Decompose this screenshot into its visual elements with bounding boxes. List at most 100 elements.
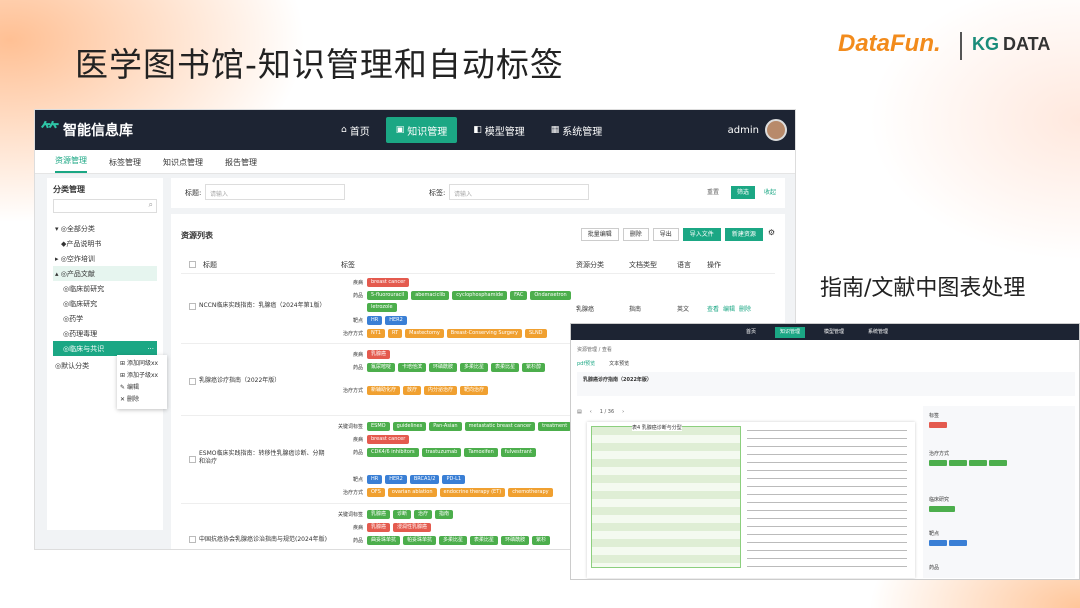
title-filter-input[interactable]: 请输入 xyxy=(205,184,345,200)
tag-chip[interactable]: 新辅助化疗 xyxy=(367,386,401,395)
tag-chip[interactable]: CDK4/6 inhibitors xyxy=(367,448,419,457)
tag-chip[interactable]: 浸润性乳腺癌 xyxy=(393,523,432,532)
tag-chip[interactable]: guidelines xyxy=(392,422,427,431)
tag-chip[interactable]: 卡培他滨 xyxy=(398,363,427,372)
tag-chip[interactable]: Breast-Conserving Surgery xyxy=(446,329,522,338)
tag-chip[interactable]: 乳腺癌 xyxy=(367,523,391,532)
tag-chip[interactable]: 表柔比星 xyxy=(491,363,520,372)
nav-knowledge[interactable]: ▣ 知识管理 xyxy=(385,117,458,143)
tree-item-training[interactable]: ▸ ◎ 空炸培训 xyxy=(53,251,157,266)
import-file-button[interactable]: 导入文件 xyxy=(682,228,721,241)
tag-chip[interactable]: 曲妥珠单抗 xyxy=(367,536,401,545)
tag-chip[interactable]: ovarian ablation xyxy=(387,488,437,497)
tree-item-clinical[interactable]: ◎ 临床研究 xyxy=(53,296,157,311)
tag-chip[interactable]: Mastectomy xyxy=(405,329,444,338)
tab-knowledge-points[interactable]: 知识点管理 xyxy=(163,157,203,173)
tag-chip[interactable]: HER2 xyxy=(385,316,407,325)
tag-chip[interactable]: breast cancer xyxy=(367,435,410,444)
tag-chip[interactable]: letrozole xyxy=(367,303,397,312)
tree-item-toxicology[interactable]: ◎ 药理毒理 xyxy=(53,326,157,341)
tab-pdf-preview[interactable]: pdf预览 xyxy=(577,360,595,367)
tag-chip[interactable]: trastuzumab xyxy=(421,448,462,457)
tag-chip[interactable]: breast cancer xyxy=(367,278,410,287)
tab-text-preview[interactable]: 文本预览 xyxy=(609,360,629,367)
tag-chip[interactable]: Pan-Asian xyxy=(429,422,462,431)
tag-chip[interactable] xyxy=(929,506,955,512)
row-checkbox[interactable] xyxy=(189,456,196,463)
user-menu[interactable]: admin xyxy=(728,119,787,141)
tree-item-all[interactable]: ▾ ◎ 全部分类 xyxy=(53,221,157,236)
row-checkbox[interactable] xyxy=(189,378,196,385)
tag-chip[interactable]: endocrine therapy (ET) xyxy=(439,488,506,497)
tag-chip[interactable]: 乳腺癌 xyxy=(367,510,391,519)
tag-chip[interactable]: 指南 xyxy=(435,510,454,519)
tag-chip[interactable]: treatment xyxy=(538,422,572,431)
tag-chip[interactable]: ESMO xyxy=(367,422,390,431)
tag-chip[interactable] xyxy=(989,460,1007,466)
viewer-nav-knowledge[interactable]: 知识管理 xyxy=(775,326,806,338)
tree-item-literature[interactable]: ▴ ◎ 产品文献 xyxy=(53,266,157,281)
prev-page-icon[interactable]: ‹ xyxy=(590,409,592,415)
nav-home[interactable]: ⌂ 首页 xyxy=(331,117,380,143)
tree-item-preclinical[interactable]: ◎ 临床前研究 xyxy=(53,281,157,296)
export-button[interactable]: 导出 xyxy=(652,228,679,241)
tag-chip[interactable]: Ondansetron xyxy=(530,291,571,300)
viewer-nav-home[interactable]: 首页 xyxy=(741,327,761,338)
edit-link[interactable]: 编辑 xyxy=(723,306,735,313)
tag-chip[interactable] xyxy=(929,540,947,546)
tab-reports[interactable]: 报告管理 xyxy=(225,157,257,173)
tag-chip[interactable]: OFS xyxy=(367,488,385,497)
tag-chip[interactable]: PD-L1 xyxy=(442,475,466,484)
tag-chip[interactable]: 治疗 xyxy=(414,510,433,519)
tag-chip[interactable]: 表柔比星 xyxy=(470,536,499,545)
tag-chip[interactable]: RT xyxy=(387,329,403,338)
highlighted-table[interactable]: 表4 乳腺癌诊断与分型 xyxy=(591,424,741,568)
menu-add-child[interactable]: ⊞ 添加子级xx xyxy=(120,370,164,382)
tag-chip[interactable]: abemaciclib xyxy=(411,291,450,300)
delete-button[interactable]: 删除 xyxy=(622,228,649,241)
new-resource-button[interactable]: 新建资源 xyxy=(724,228,763,241)
row-checkbox[interactable] xyxy=(189,303,196,310)
more-icon[interactable]: ··· xyxy=(147,345,154,353)
tag-chip[interactable]: FAC xyxy=(510,291,528,300)
tag-chip[interactable]: Tamoxifen xyxy=(464,448,498,457)
select-all-checkbox[interactable] xyxy=(189,261,196,268)
tag-chip[interactable]: HER2 xyxy=(385,475,407,484)
menu-edit[interactable]: ✎ 编辑 xyxy=(120,382,164,394)
tag-chip[interactable]: SLND xyxy=(524,329,547,338)
tag-chip[interactable]: 靶向治疗 xyxy=(460,386,489,395)
tag-chip[interactable] xyxy=(949,540,967,546)
tag-chip[interactable] xyxy=(949,460,967,466)
sidebar-search-input[interactable]: ⌕ xyxy=(53,199,157,213)
image-icon[interactable]: ▤ xyxy=(577,409,582,415)
tag-chip[interactable]: HR xyxy=(367,475,383,484)
tag-chip[interactable]: NT1 xyxy=(367,329,385,338)
delete-link[interactable]: 删除 xyxy=(739,306,751,313)
collapse-link[interactable]: 收起 xyxy=(759,186,781,199)
tag-chip[interactable]: 多柔比星 xyxy=(460,363,489,372)
tag-chip[interactable]: 诊断 xyxy=(393,510,412,519)
tree-item-guidelines[interactable]: ◎ 临床与共识 ··· xyxy=(53,341,157,356)
tag-chip[interactable]: chemotherapy xyxy=(508,488,553,497)
tree-item-pharmacy[interactable]: ◎ 药学 xyxy=(53,311,157,326)
tag-chip[interactable]: HR xyxy=(367,316,383,325)
batch-edit-button[interactable]: 批量编辑 xyxy=(580,228,619,241)
next-page-icon[interactable]: › xyxy=(622,409,624,415)
tag-chip[interactable]: 5-fluorouracil xyxy=(367,291,409,300)
tag-chip[interactable] xyxy=(969,460,987,466)
tag-chip[interactable]: metastatic breast cancer xyxy=(464,422,536,431)
settings-gear-icon[interactable]: ⚙ xyxy=(768,228,775,241)
nav-system[interactable]: ▦ 系统管理 xyxy=(541,117,613,143)
menu-delete[interactable]: ✕ 删除 xyxy=(120,394,164,406)
tag-chip[interactable] xyxy=(929,460,947,466)
tag-chip[interactable]: cyclophosphamide xyxy=(452,291,508,300)
viewer-nav-model[interactable]: 模型管理 xyxy=(819,327,849,338)
tab-resources[interactable]: 资源管理 xyxy=(55,155,87,173)
tag-chip[interactable]: fulvestrant xyxy=(500,448,536,457)
tag-chip[interactable]: 内分泌治疗 xyxy=(424,386,458,395)
menu-add-sibling[interactable]: ⊞ 添加同级xx xyxy=(120,358,164,370)
tag-chip[interactable] xyxy=(929,422,947,428)
nav-model[interactable]: ◧ 模型管理 xyxy=(463,117,535,143)
row-checkbox[interactable] xyxy=(189,536,196,543)
tag-chip[interactable]: 环磷酰胺 xyxy=(501,536,530,545)
